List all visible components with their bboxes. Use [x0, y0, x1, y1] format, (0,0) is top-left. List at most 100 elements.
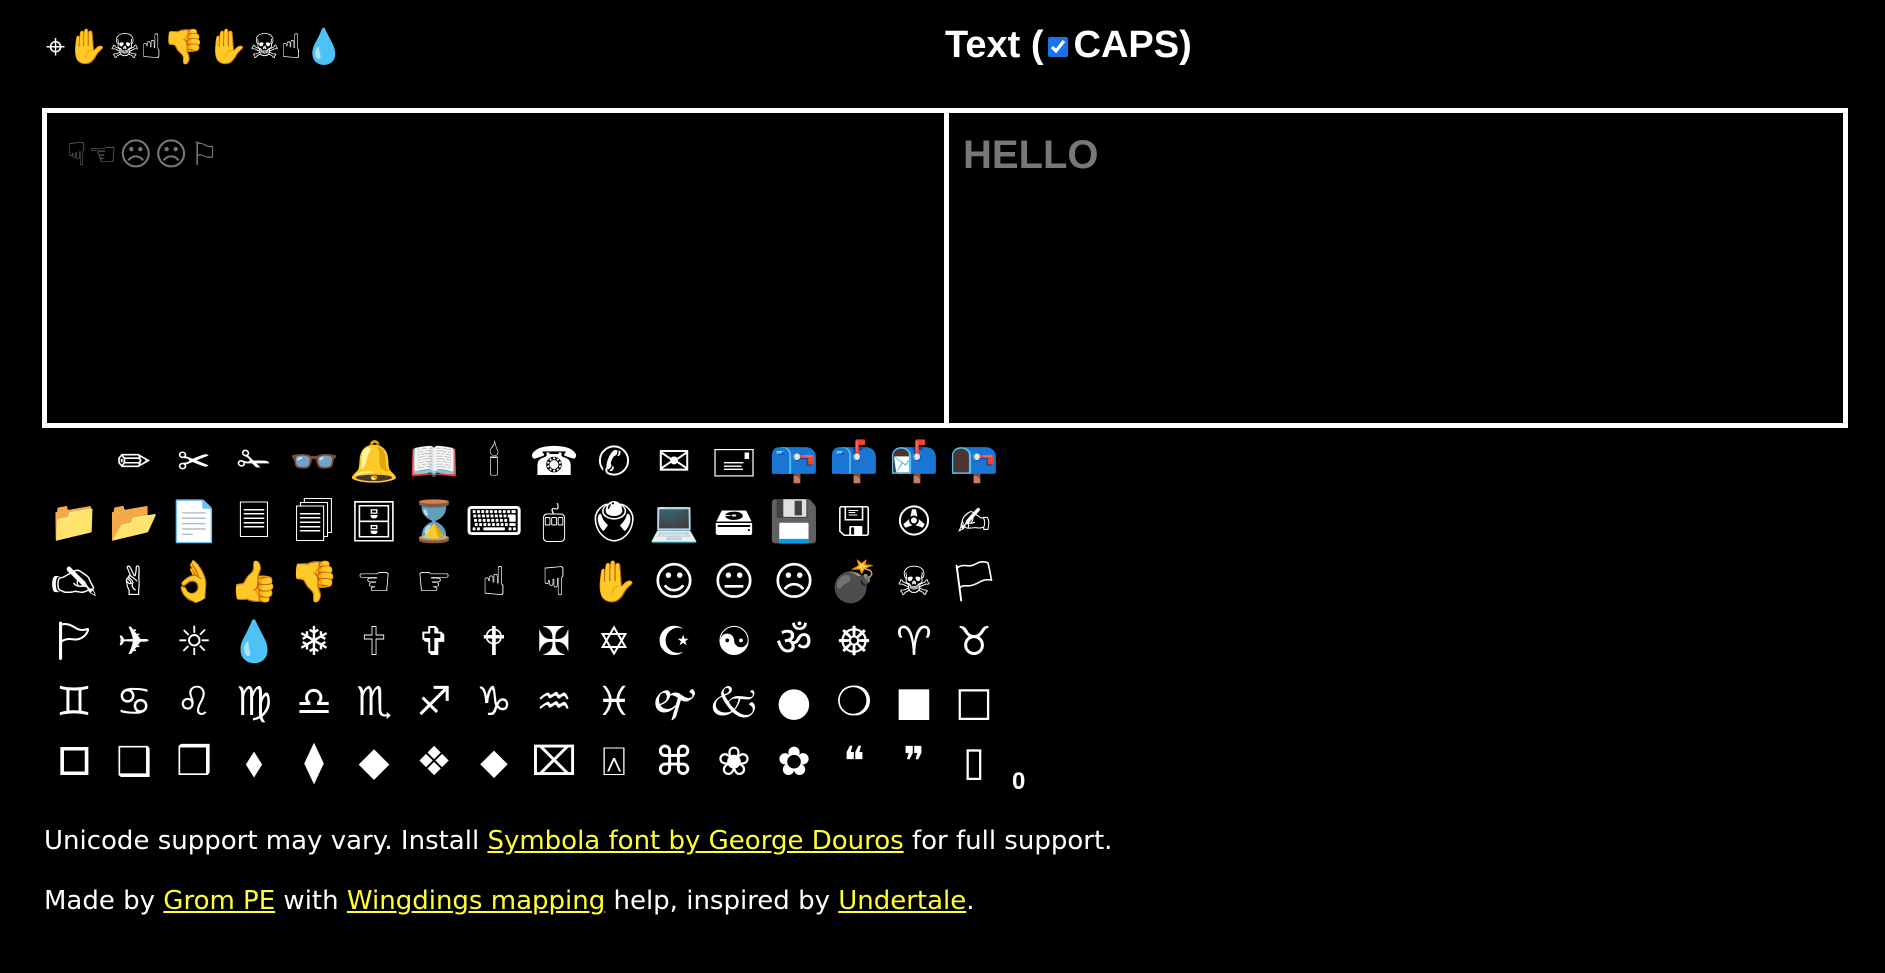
palette-glyph[interactable]: ▯ — [944, 732, 1004, 792]
palette-glyph[interactable]: ✿ — [764, 732, 824, 792]
palette-glyph[interactable]: ❀ — [704, 732, 764, 792]
palette-glyph[interactable]: ✍ — [944, 492, 1004, 552]
palette-glyph[interactable]: ⌘ — [644, 732, 704, 792]
palette-glyph[interactable]: 💣 — [824, 552, 884, 612]
palette-glyph[interactable]: ⍓ — [584, 732, 644, 792]
palette-glyph[interactable]: 😐 — [704, 552, 764, 612]
palette-glyph[interactable]: ♊ — [44, 672, 104, 732]
palette-glyph[interactable]: ♍ — [224, 672, 284, 732]
palette-glyph[interactable]: 🖱 — [524, 492, 584, 552]
palette-glyph[interactable]: 📄 — [164, 492, 224, 552]
palette-glyph[interactable]: ✡ — [584, 612, 644, 672]
palette-glyph[interactable]: ☎ — [524, 432, 584, 492]
palette-glyph[interactable]: ⌧ — [524, 732, 584, 792]
palette-glyph[interactable]: 🕈 — [464, 612, 524, 672]
palette-glyph[interactable]: ♌ — [164, 672, 224, 732]
palette-glyph[interactable]: 🏳 — [944, 552, 1004, 612]
palette-glyph[interactable]: 🞐 — [44, 732, 104, 792]
palette-glyph[interactable]: ❑ — [104, 732, 164, 792]
undertale-link[interactable]: Undertale — [838, 886, 966, 916]
palette-glyph[interactable]: ✁ — [224, 432, 284, 492]
palette-glyph[interactable]: 🖲 — [584, 492, 644, 552]
symbola-font-link[interactable]: Symbola font by George Douros — [487, 826, 903, 856]
palette-glyph[interactable]: ♒ — [524, 672, 584, 732]
palette-glyph[interactable]: ⬧ — [224, 732, 284, 792]
palette-glyph[interactable]: ✇ — [884, 492, 944, 552]
palette-glyph[interactable]: ✠ — [524, 612, 584, 672]
palette-glyph[interactable]: ♑ — [464, 672, 524, 732]
palette-glyph[interactable]: ♎ — [284, 672, 344, 732]
palette-glyph[interactable]: ✞ — [404, 612, 464, 672]
palette-glyph[interactable]: 🏱 — [44, 612, 104, 672]
palette-glyph[interactable]: 🕆 — [344, 612, 404, 672]
palette-glyph[interactable]: ❖ — [404, 732, 464, 792]
palette-glyph[interactable]: ☼ — [164, 612, 224, 672]
wingdings-mapping-link[interactable]: Wingdings mapping — [347, 886, 605, 916]
palette-glyph[interactable]: ☺ — [644, 552, 704, 612]
palette-glyph[interactable]: ♏ — [344, 672, 404, 732]
palette-glyph[interactable]: ■ — [884, 672, 944, 732]
palette-glyph[interactable]: ♈ — [884, 612, 944, 672]
palette-glyph[interactable]: 👌 — [164, 552, 224, 612]
palette-glyph[interactable]: 🖎 — [44, 552, 104, 612]
palette-glyph[interactable]: □ — [944, 672, 1004, 732]
palette-glyph[interactable]: ❞ — [884, 732, 944, 792]
palette-glyph[interactable]: ☟ — [524, 552, 584, 612]
palette-glyph[interactable]: 📪 — [764, 432, 824, 492]
palette-glyph[interactable]: ♓ — [584, 672, 644, 732]
palette-glyph[interactable]: 👎 — [284, 552, 344, 612]
palette-glyph[interactable]: ❍ — [824, 672, 884, 732]
palette-glyph[interactable]: ⌛ — [404, 492, 464, 552]
palette-glyph[interactable]: ✉ — [644, 432, 704, 492]
palette-glyph[interactable]: 🕯 — [464, 432, 524, 492]
palette-glyph[interactable]: 💻 — [644, 492, 704, 552]
palette-glyph[interactable]: ✏ — [104, 432, 164, 492]
palette-glyph[interactable]: ✋ — [584, 552, 644, 612]
palette-glyph[interactable]: ✌ — [104, 552, 164, 612]
palette-glyph[interactable]: 🖫 — [824, 492, 884, 552]
palette-glyph[interactable]: ☸ — [824, 612, 884, 672]
palette-glyph[interactable]: ◆ — [344, 732, 404, 792]
palette-glyph[interactable]: 🙰 — [644, 672, 704, 732]
palette-glyph[interactable]: ☹ — [764, 552, 824, 612]
palette-glyph[interactable]: 📖 — [404, 432, 464, 492]
palette-glyph[interactable]: 🗏 — [224, 492, 284, 552]
palette-glyph[interactable]: 💾 — [764, 492, 824, 552]
palette-glyph[interactable]: 📂 — [104, 492, 164, 552]
palette-glyph[interactable]: ❄ — [284, 612, 344, 672]
palette-glyph[interactable]: 👓 — [284, 432, 344, 492]
palette-glyph[interactable]: ♐ — [404, 672, 464, 732]
palette-glyph[interactable]: ☞ — [404, 552, 464, 612]
palette-glyph[interactable]: ✆ — [584, 432, 644, 492]
palette-glyph[interactable]: 🗐 — [284, 492, 344, 552]
palette-glyph[interactable]: ॐ — [764, 612, 824, 672]
palette-glyph[interactable]: 💧 — [224, 612, 284, 672]
palette-glyph[interactable]: ☪ — [644, 612, 704, 672]
palette-glyph[interactable]: ♉ — [944, 612, 1004, 672]
palette-glyph[interactable]: ☜ — [344, 552, 404, 612]
palette-glyph[interactable]: 🗄 — [344, 492, 404, 552]
palette-glyph[interactable]: 🖴 — [704, 492, 764, 552]
palette-glyph[interactable]: 📭 — [944, 432, 1004, 492]
palette-glyph[interactable]: ● — [764, 672, 824, 732]
grom-pe-link[interactable]: Grom PE — [163, 886, 275, 916]
wingdings-input-panel[interactable]: ☟☜☹☹⚐ — [47, 113, 949, 423]
caps-checkbox[interactable] — [1047, 36, 1068, 57]
palette-glyph[interactable]: 📬 — [884, 432, 944, 492]
palette-glyph[interactable]: ☯ — [704, 612, 764, 672]
plain-text-panel[interactable]: HELLO — [949, 113, 1843, 423]
palette-glyph[interactable] — [44, 432, 104, 492]
palette-glyph[interactable]: ⌨ — [464, 492, 524, 552]
palette-glyph[interactable]: 🖃 — [704, 432, 764, 492]
palette-glyph[interactable]: 🙵 — [704, 672, 764, 732]
palette-glyph[interactable]: ❒ — [164, 732, 224, 792]
palette-glyph[interactable]: ❝ — [824, 732, 884, 792]
palette-glyph[interactable]: 📁 — [44, 492, 104, 552]
palette-glyph[interactable]: ✈ — [104, 612, 164, 672]
palette-glyph[interactable]: ♋ — [104, 672, 164, 732]
palette-glyph[interactable]: 📫 — [824, 432, 884, 492]
palette-glyph[interactable]: 🔔 — [344, 432, 404, 492]
palette-glyph[interactable]: ☠ — [884, 552, 944, 612]
palette-glyph[interactable]: ✂ — [164, 432, 224, 492]
palette-glyph[interactable]: ⬥ — [464, 732, 524, 792]
